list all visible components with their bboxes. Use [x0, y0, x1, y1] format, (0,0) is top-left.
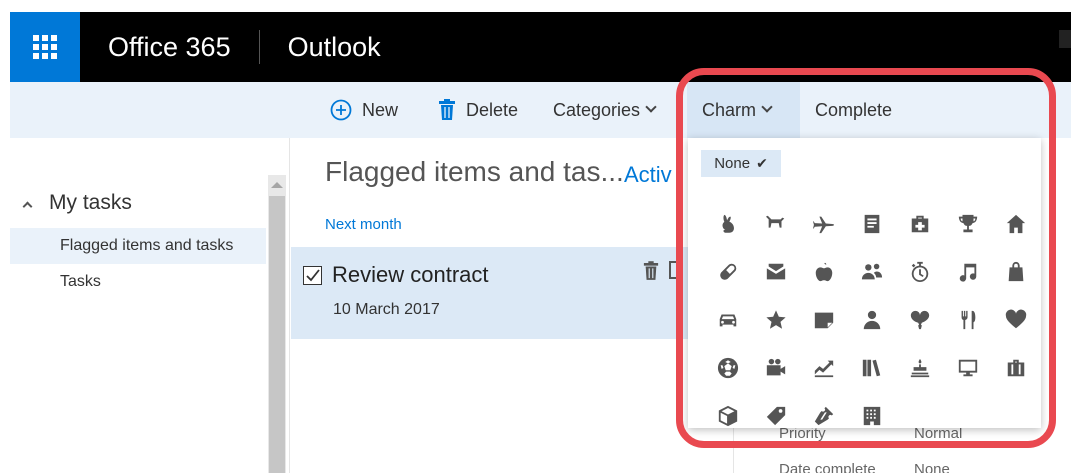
top-margin [0, 0, 1071, 12]
chevron-down-icon [645, 101, 657, 113]
building-icon[interactable] [848, 392, 896, 440]
star-icon[interactable] [752, 296, 800, 344]
charm-dropdown-menu: None ✔ [688, 138, 1041, 428]
delete-label: Delete [466, 99, 519, 120]
scrollbar-thumb[interactable] [269, 196, 285, 473]
ticket-icon[interactable] [800, 392, 848, 440]
trophy-icon[interactable] [944, 200, 992, 248]
shopping-bag-icon[interactable] [992, 248, 1040, 296]
scroll-up-arrow-icon[interactable] [271, 182, 283, 188]
my-tasks-header[interactable]: My tasks [10, 190, 132, 216]
checkmark-icon: ✔ [756, 155, 768, 171]
charm-none-option[interactable]: None ✔ [701, 150, 781, 177]
document-icon[interactable] [848, 200, 896, 248]
header-divider [258, 30, 260, 64]
plus-circle-icon [330, 99, 352, 121]
command-bar: New Delete Categories Charm Complete [10, 82, 1071, 138]
charm-label: Charm [702, 99, 757, 120]
people-icon[interactable] [848, 248, 896, 296]
categories-button[interactable]: Categories [553, 82, 657, 138]
chart-icon[interactable] [800, 344, 848, 392]
balloon-icon[interactable] [896, 296, 944, 344]
list-title: Flagged items and tas... [325, 156, 624, 187]
rabbit-icon[interactable] [704, 200, 752, 248]
date-complete-value: None [914, 461, 950, 473]
none-label: None [714, 155, 751, 172]
birthday-cake-icon[interactable] [896, 344, 944, 392]
stopwatch-icon[interactable] [896, 248, 944, 296]
delete-task-trash-icon[interactable] [643, 261, 659, 286]
pill-icon[interactable] [704, 248, 752, 296]
charm-icon-grid [704, 200, 1034, 440]
airplane-icon[interactable] [800, 200, 848, 248]
chevron-down-icon [761, 101, 773, 113]
heart-icon[interactable] [992, 296, 1040, 344]
header-overflow [1059, 30, 1071, 48]
group-header: Next month [325, 216, 402, 233]
task-title: Review contract [332, 262, 489, 287]
books-icon[interactable] [848, 344, 896, 392]
pane-divider [289, 138, 290, 473]
dog-icon[interactable] [752, 200, 800, 248]
filter-dropdown[interactable]: Activ [624, 162, 672, 188]
new-button[interactable]: New [330, 82, 398, 138]
nav-item-flagged-items-and-tasks[interactable]: Flagged items and tasks [10, 228, 266, 264]
video-camera-icon[interactable] [752, 344, 800, 392]
task-row[interactable]: Review contract 10 March 2017 [291, 247, 691, 339]
task-due-date: 10 March 2017 [333, 301, 440, 318]
delete-button[interactable]: Delete [438, 82, 518, 138]
my-tasks-label: My tasks [49, 191, 132, 214]
home-icon[interactable] [992, 200, 1040, 248]
apple-icon[interactable] [800, 248, 848, 296]
new-label: New [362, 99, 399, 120]
charm-button[interactable]: Charm [687, 82, 800, 138]
car-icon[interactable] [704, 296, 752, 344]
music-note-icon[interactable] [944, 248, 992, 296]
edit-task-icon[interactable] [669, 261, 683, 279]
app-launcher-button[interactable] [10, 12, 80, 82]
first-aid-icon[interactable] [896, 200, 944, 248]
envelope-icon[interactable] [752, 248, 800, 296]
person-icon[interactable] [848, 296, 896, 344]
complete-label: Complete [815, 99, 893, 120]
package-icon[interactable] [704, 392, 752, 440]
date-complete-label: Date complete [779, 461, 876, 473]
complete-button[interactable]: Complete [815, 82, 892, 138]
trash-icon [438, 99, 456, 121]
briefcase-icon[interactable] [992, 344, 1040, 392]
categories-label: Categories [553, 99, 641, 120]
chevron-up-icon [22, 201, 33, 211]
brand-link[interactable]: Office 365 [108, 32, 231, 63]
left-navigation: My tasks Flagged items and tasks Tasks [10, 138, 266, 473]
nav-item-tasks[interactable]: Tasks [10, 264, 266, 300]
app-name-link[interactable]: Outlook [288, 32, 381, 63]
task-checkbox[interactable] [303, 266, 322, 285]
fork-knife-icon[interactable] [944, 296, 992, 344]
tag-icon[interactable] [752, 392, 800, 440]
monitor-icon[interactable] [944, 344, 992, 392]
sticky-note-icon[interactable] [800, 296, 848, 344]
waffle-icon [33, 35, 57, 59]
suite-header: Office 365 Outlook [10, 12, 1071, 82]
soccer-ball-icon[interactable] [704, 344, 752, 392]
